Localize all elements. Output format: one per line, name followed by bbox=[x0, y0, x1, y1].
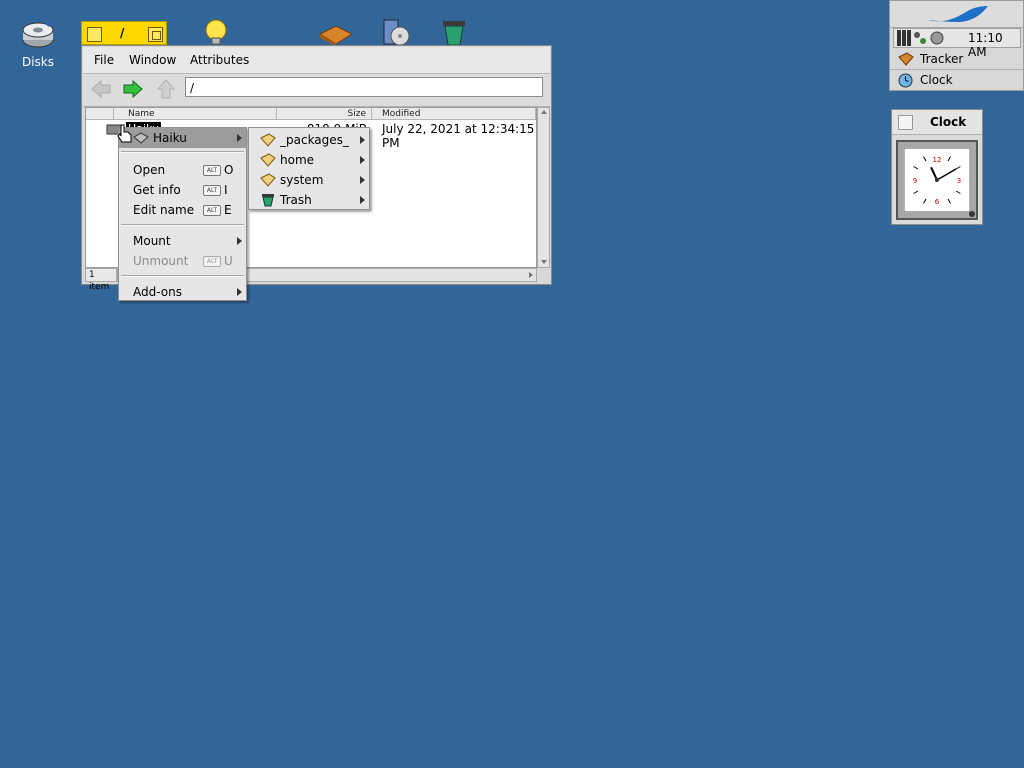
folder-icon bbox=[260, 133, 276, 147]
column-header-modified[interactable]: Modified bbox=[372, 108, 536, 120]
forward-arrow-icon[interactable] bbox=[123, 80, 143, 98]
menu-item-add-ons[interactable]: Add-ons bbox=[119, 282, 246, 302]
disks-icon bbox=[22, 21, 54, 48]
window-title: / bbox=[120, 26, 125, 40]
haiku-leaf-icon bbox=[928, 6, 988, 22]
clock-window-tab[interactable]: Clock bbox=[892, 110, 982, 135]
alt-key-icon: ALT bbox=[203, 165, 221, 176]
desktop-icon-label: Disks bbox=[21, 55, 55, 69]
trash-icon bbox=[262, 194, 274, 207]
tracker-icon bbox=[898, 52, 914, 66]
folder-icon bbox=[260, 173, 276, 187]
context-menu: Haiku Open ALT O Get info ALT I Edit nam… bbox=[118, 127, 247, 301]
close-button[interactable] bbox=[898, 115, 913, 130]
alt-key-icon: ALT bbox=[203, 205, 221, 216]
submenu-item-trash[interactable]: Trash bbox=[249, 190, 369, 210]
menu-window[interactable]: Window bbox=[129, 53, 176, 67]
menu-separator bbox=[121, 151, 244, 153]
menu-separator bbox=[121, 224, 244, 226]
submenu-arrow-icon bbox=[360, 156, 365, 164]
scroll-right-arrow-icon[interactable] bbox=[529, 272, 533, 278]
scroll-down-arrow-icon[interactable] bbox=[541, 260, 547, 264]
menu-item-unmount: Unmount ALT U bbox=[133, 254, 233, 268]
submenu: _packages_ home system Trash bbox=[248, 127, 370, 210]
leaf-menu-button[interactable] bbox=[890, 1, 1023, 28]
tracker-window-tab[interactable]: / bbox=[81, 21, 167, 45]
navigation-bar: / bbox=[83, 74, 550, 107]
zoom-button-back bbox=[152, 31, 161, 40]
path-input[interactable]: / bbox=[185, 77, 543, 97]
clock-title: Clock bbox=[930, 115, 967, 129]
submenu-arrow-icon bbox=[360, 136, 365, 144]
column-header-size[interactable]: Size bbox=[277, 108, 372, 120]
alt-key-icon: ALT bbox=[203, 185, 221, 196]
menu-item-haiku[interactable]: Haiku bbox=[119, 128, 246, 148]
column-header-name[interactable]: Name bbox=[114, 108, 277, 120]
tray: 11:10 AM bbox=[893, 28, 1021, 59]
up-arrow-icon[interactable] bbox=[157, 79, 175, 99]
submenu-arrow-icon bbox=[360, 196, 365, 204]
volume-control-icon[interactable] bbox=[930, 31, 944, 45]
close-button[interactable] bbox=[87, 27, 102, 42]
submenu-item-home[interactable]: home bbox=[249, 150, 369, 170]
scroll-up-arrow-icon[interactable] bbox=[541, 110, 547, 114]
submenu-arrow-icon bbox=[237, 134, 242, 142]
submenu-arrow-icon bbox=[237, 237, 242, 245]
volume-icon bbox=[133, 132, 149, 144]
deskbar-app-tracker[interactable]: Tracker bbox=[890, 49, 1023, 70]
resize-handle-icon[interactable] bbox=[969, 211, 975, 217]
hand-cursor-icon bbox=[117, 124, 132, 143]
clock-app-icon bbox=[898, 73, 913, 88]
status-count: 1 item bbox=[85, 268, 117, 292]
submenu-item-packages[interactable]: _packages_ bbox=[249, 130, 369, 150]
analog-clock: 12 3 6 9 bbox=[904, 148, 970, 212]
clock-window: Clock 12 3 6 9 bbox=[891, 109, 983, 225]
book-icon[interactable] bbox=[318, 24, 354, 46]
menu-bar: File Window Attributes bbox=[83, 47, 550, 74]
lightbulb-icon[interactable] bbox=[202, 18, 230, 46]
back-arrow-icon[interactable] bbox=[91, 80, 111, 98]
submenu-arrow-icon bbox=[360, 176, 365, 184]
vertical-scrollbar[interactable] bbox=[537, 107, 550, 268]
network-icon[interactable] bbox=[913, 31, 927, 45]
menu-file[interactable]: File bbox=[94, 53, 114, 67]
menu-item-mount[interactable]: Mount bbox=[119, 231, 246, 251]
clock-numeral-6: 6 bbox=[935, 198, 940, 206]
alt-key-icon: ALT bbox=[203, 256, 221, 267]
menu-item-label: Haiku bbox=[153, 131, 187, 145]
cd-software-icon[interactable] bbox=[380, 18, 412, 46]
menu-separator bbox=[121, 275, 244, 277]
menu-item-edit-name[interactable]: Edit name ALT E bbox=[119, 200, 246, 220]
clock-numeral-9: 9 bbox=[913, 177, 917, 185]
clock-numeral-3: 3 bbox=[957, 177, 961, 185]
deskbar: 11:10 AM Tracker Clock bbox=[889, 0, 1024, 91]
menu-attributes[interactable]: Attributes bbox=[190, 53, 249, 67]
cpu-monitor-icon[interactable] bbox=[897, 30, 911, 46]
deskbar-app-clock[interactable]: Clock bbox=[890, 70, 1023, 90]
menu-item-get-info[interactable]: Get info ALT I bbox=[119, 180, 246, 200]
clock-numeral-12: 12 bbox=[933, 156, 942, 164]
menu-item-open[interactable]: Open ALT O bbox=[119, 160, 246, 180]
submenu-item-system[interactable]: system bbox=[249, 170, 369, 190]
row-modified: July 22, 2021 at 12:34:15 PM bbox=[382, 122, 535, 150]
submenu-arrow-icon bbox=[237, 288, 242, 296]
folder-icon bbox=[260, 153, 276, 167]
desktop-icon-disks[interactable]: Disks bbox=[14, 18, 62, 69]
trash-desktop-icon[interactable] bbox=[440, 18, 468, 46]
clock-face-frame: 12 3 6 9 bbox=[896, 140, 978, 220]
column-header-icon bbox=[86, 108, 114, 120]
